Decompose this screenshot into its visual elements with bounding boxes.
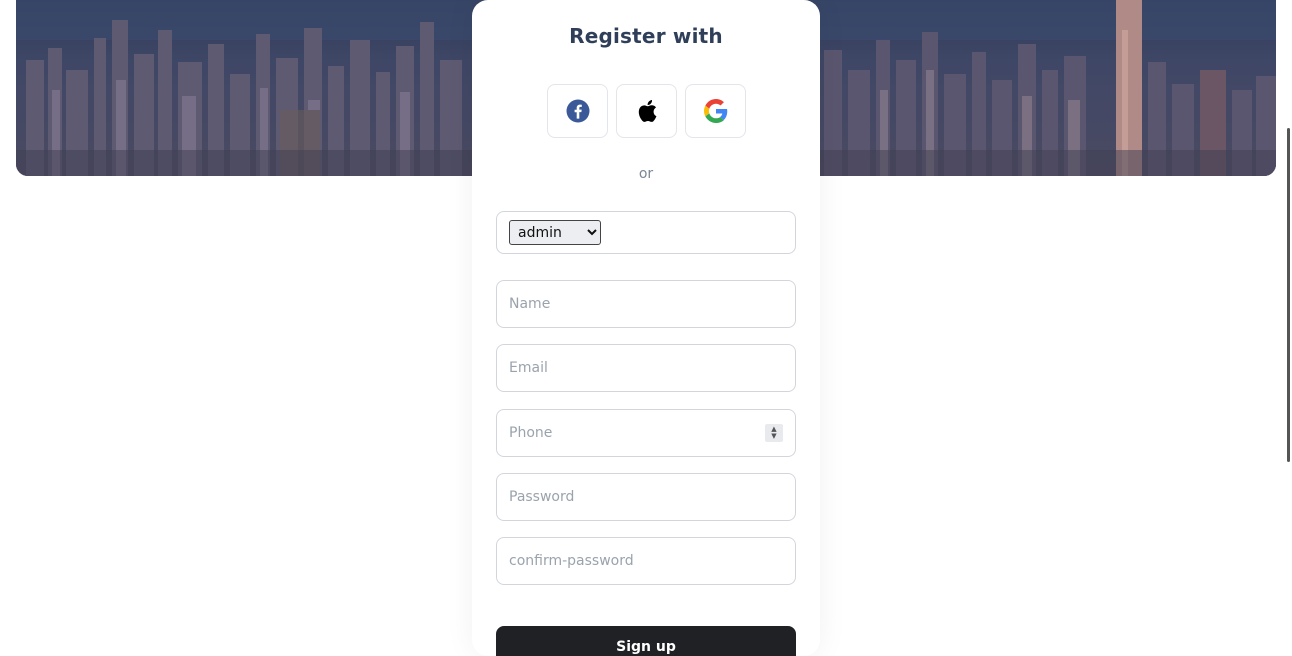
role-select[interactable]: admin xyxy=(509,220,601,245)
sign-up-label: Sign up xyxy=(616,639,676,655)
card-title: Register with xyxy=(569,24,723,48)
sign-up-button[interactable]: Sign up xyxy=(496,626,796,656)
google-login-button[interactable] xyxy=(685,84,746,138)
email-input[interactable] xyxy=(496,344,796,392)
facebook-login-button[interactable] xyxy=(547,84,608,138)
google-icon xyxy=(703,99,727,123)
phone-input[interactable] xyxy=(496,409,796,457)
page-scrollbar[interactable] xyxy=(1287,128,1290,462)
name-input[interactable] xyxy=(496,280,796,328)
confirm-password-input[interactable] xyxy=(496,537,796,585)
apple-icon xyxy=(638,100,656,122)
register-card: Register with or admin Name Email Phone … xyxy=(472,0,820,656)
facebook-icon xyxy=(566,99,589,123)
apple-login-button[interactable] xyxy=(616,84,677,138)
password-input[interactable] xyxy=(496,473,796,521)
chevron-down-icon[interactable]: ▼ xyxy=(771,433,776,440)
register-page: Register with or admin Name Email Phone … xyxy=(0,0,1292,656)
phone-stepper[interactable]: ▲ ▼ xyxy=(765,424,783,442)
or-divider-text: or xyxy=(638,166,654,182)
